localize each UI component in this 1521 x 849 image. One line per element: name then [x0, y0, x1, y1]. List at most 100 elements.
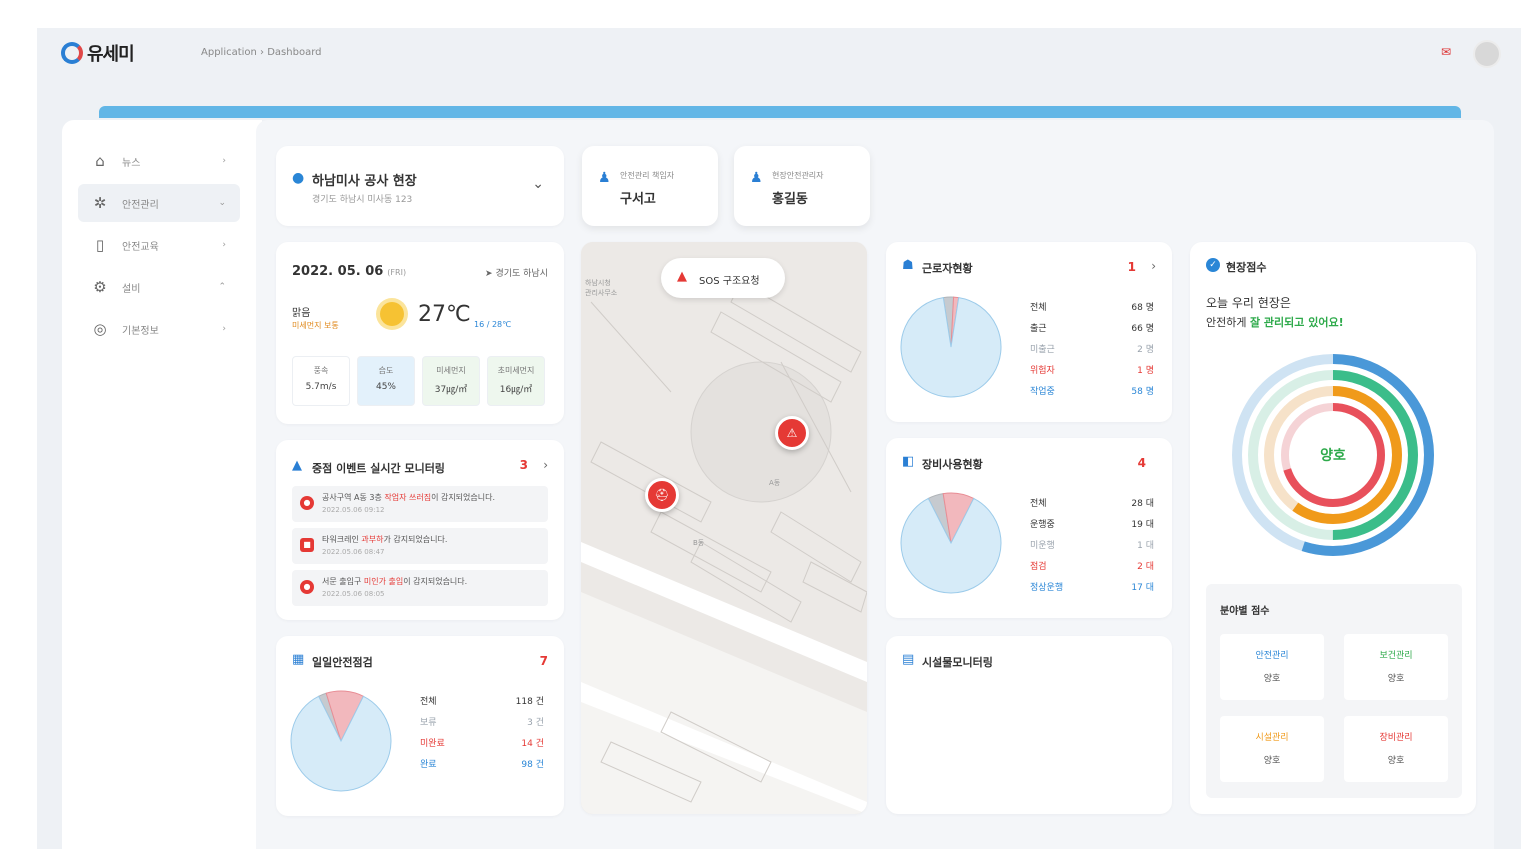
- event-item[interactable]: ● 공사구역 A동 3층 작업자 쓰러짐이 감지되었습니다. 2022.05.0…: [292, 486, 548, 522]
- card-title: 현장점수: [1226, 261, 1267, 274]
- notification-icon[interactable]: ✉: [1441, 46, 1455, 58]
- legend-row: 작업중 58 명: [1030, 384, 1154, 400]
- chevron-right-icon[interactable]: ›: [1151, 259, 1156, 273]
- legend-label: 운행중: [1030, 520, 1055, 530]
- weather-stat-wind: 풍속 5.7m/s: [292, 356, 350, 406]
- sidebar-item-basic-info[interactable]: ◎ 기본정보 ›: [78, 310, 240, 348]
- app-window: 유세미 Application › Dashboard ✉ ⌂ 뉴스 › ✲ 안…: [37, 28, 1521, 849]
- equipment-icon: ◧: [902, 454, 915, 469]
- chevron-right-icon: ›: [222, 240, 226, 250]
- score-message-highlight: 잘 관리되고 있어요!: [1249, 316, 1344, 329]
- stat-value: 37㎍/㎥: [434, 385, 468, 395]
- sidebar-item-safety[interactable]: ✲ 안전관리 ⌄: [78, 184, 240, 222]
- chevron-right-icon: ›: [222, 156, 226, 166]
- temperature-range: 16 / 28℃: [474, 320, 512, 329]
- location-text: 경기도 하남시: [495, 269, 548, 279]
- map-marker-worker[interactable]: ⛑: [645, 478, 679, 512]
- score-ring-chart: 양호: [1232, 354, 1434, 556]
- avatar[interactable]: [1473, 40, 1501, 68]
- weather-stat-humidity: 습도 45%: [357, 356, 415, 406]
- header: 유세미 Application › Dashboard ✉: [37, 28, 1521, 78]
- site-safety-manager-card[interactable]: ♟ 현장안전관리자 홍길동: [734, 146, 870, 226]
- score-message-pre: 안전하게: [1206, 316, 1250, 329]
- event-monitoring-card: ▲ 중점 이벤트 실시간 모니터링 3 › ● 공사구역 A동 3층 작업자 쓰…: [276, 440, 564, 620]
- legend-value: 68 명: [1131, 303, 1154, 313]
- category-score-facility[interactable]: 시설관리 양호: [1220, 716, 1324, 782]
- legend-label: 정상운행: [1030, 583, 1064, 593]
- stat-label: 습도: [378, 366, 394, 375]
- weather-condition: 맑음: [292, 308, 311, 319]
- legend-label: 전체: [420, 697, 437, 707]
- category-label: 보건관리: [1379, 651, 1413, 661]
- person-name: 구서고: [620, 192, 656, 207]
- warning-icon: ●: [300, 496, 314, 510]
- map-background: [581, 242, 867, 814]
- book-icon: ▯: [95, 236, 105, 254]
- legend-label: 미운행: [1030, 541, 1055, 551]
- score-message-detail: 안전하게 잘 관리되고 있어요!: [1206, 314, 1344, 330]
- alert-icon: ▲: [292, 458, 302, 473]
- safety-manager-card[interactable]: ♟ 안전관리 책임자 구서고: [582, 146, 718, 226]
- sidebar-item-label: 설비: [122, 283, 141, 295]
- event-time: 2022.05.06 08:47: [322, 548, 385, 556]
- category-score-safety[interactable]: 안전관리 양호: [1220, 634, 1324, 700]
- card-title: 시설물모니터링: [922, 656, 993, 669]
- person-role: 현장안전관리자: [772, 171, 824, 180]
- site-score-card: ✓ 현장점수 오늘 우리 현장은 안전하게 잘 관리되고 있어요! 양호 분야별…: [1190, 242, 1476, 814]
- map-marker-sos[interactable]: ⚠: [775, 416, 809, 450]
- logo-text: 유세미: [87, 44, 135, 65]
- event-text-highlight: 과부하: [361, 535, 384, 544]
- event-item[interactable]: ■ 타워크레인 과부하가 감지되었습니다. 2022.05.06 08:47: [292, 528, 548, 564]
- check-icon: ✓: [1206, 258, 1220, 272]
- equipment-status-card: ◧ 장비사용현황 4 전체 28 대 운행중 19 대 미운행 1 대 점검 2 대 정상운행 1…: [886, 438, 1172, 618]
- sidebar-item-equipment[interactable]: ⚙ 설비 ⌃: [78, 268, 240, 306]
- legend-label: 출근: [1030, 324, 1047, 334]
- legend-row: 점검 2 대: [1030, 559, 1154, 575]
- category-score-health[interactable]: 보건관리 양호: [1344, 634, 1448, 700]
- legend-value: 98 건: [521, 760, 544, 770]
- category-label: 장비관리: [1379, 733, 1413, 743]
- legend-value: 58 명: [1131, 387, 1154, 397]
- person-icon: ♟: [750, 170, 763, 186]
- person-name: 홍길동: [772, 192, 808, 207]
- top-accent-bar: [99, 106, 1461, 118]
- legend-label: 미출근: [1030, 345, 1055, 355]
- gear-icon: ⚙: [93, 278, 107, 296]
- worker-count: 1: [1127, 260, 1136, 274]
- legend-value: 1 대: [1137, 541, 1154, 551]
- site-name: 하남미사 공사 현장: [312, 174, 417, 189]
- logo[interactable]: 유세미: [61, 40, 135, 66]
- stat-value: 5.7m/s: [305, 382, 337, 392]
- sos-request-button[interactable]: ▲ SOS 구조요청: [661, 258, 785, 298]
- score-message: 오늘 우리 현장은: [1206, 296, 1291, 310]
- daily-inspection-card: ▦ 일일안전점검 7 전체 118 건 보류 3 건 미완료 14 건 완료 98 건: [276, 636, 564, 816]
- category-value: 양호: [1387, 756, 1405, 766]
- sidebar-item-education[interactable]: ▯ 안전교육 ›: [78, 226, 240, 264]
- event-item[interactable]: ● 서문 출입구 미인가 출입이 감지되었습니다. 2022.05.06 08:…: [292, 570, 548, 606]
- legend-value: 66 명: [1131, 324, 1154, 334]
- site-address: 경기도 하남시 미사동 123: [312, 195, 413, 205]
- sidebar-item-news[interactable]: ⌂ 뉴스 ›: [78, 142, 240, 180]
- legend-value: 14 건: [521, 739, 544, 749]
- home-icon: ⌂: [95, 152, 105, 170]
- legend-label: 전체: [1030, 303, 1047, 313]
- legend-row: 위험자 1 명: [1030, 363, 1154, 379]
- legend-value: 118 건: [515, 697, 544, 707]
- warning-icon: ●: [300, 580, 314, 594]
- chevron-down-icon[interactable]: ⌄: [532, 176, 544, 192]
- weather-stat-fine-dust: 초미세먼지 16㎍/㎥: [487, 356, 545, 406]
- site-map[interactable]: 하남시청 관리사무소 A동 B동 ▲ SOS 구조요청 ⚠ ⛑: [581, 242, 867, 814]
- category-score-equipment[interactable]: 장비관리 양호: [1344, 716, 1448, 782]
- legend-value: 17 대: [1131, 583, 1154, 593]
- legend-value: 28 대: [1131, 499, 1154, 509]
- map-label: 관리사무소: [585, 289, 618, 297]
- weather-location[interactable]: ➤ 경기도 하남시: [485, 266, 548, 279]
- chevron-right-icon: ›: [222, 324, 226, 334]
- event-text-post: 가 감지되었습니다.: [383, 535, 448, 544]
- legend-row: 미출근 2 명: [1030, 342, 1154, 358]
- category-value: 양호: [1263, 756, 1281, 766]
- site-selector[interactable]: ● 하남미사 공사 현장 경기도 하남시 미사동 123 ⌄: [276, 146, 564, 226]
- weekday: (FRI): [387, 268, 407, 277]
- stat-value: 16㎍/㎥: [499, 385, 533, 395]
- chevron-right-icon[interactable]: ›: [543, 458, 548, 472]
